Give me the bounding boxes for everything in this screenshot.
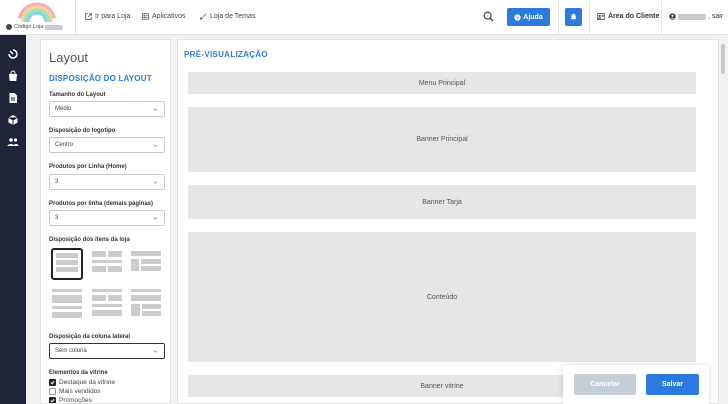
preview-strip-banner: Banner Tarja [188, 185, 696, 219]
external-link-icon [85, 13, 92, 20]
showcase-elements-label: Elementos da vitrine [49, 370, 108, 376]
store-code: Código Loja [6, 24, 64, 30]
chevron-down-icon [153, 108, 158, 111]
checkbox-checked-icon[interactable] [49, 397, 56, 403]
checkbox-unchecked-icon[interactable] [49, 388, 56, 395]
layout-option-3[interactable] [130, 250, 162, 282]
question-icon: ? [514, 13, 521, 21]
checkbox-promotions[interactable]: Promoções [49, 397, 92, 403]
divider [589, 0, 590, 35]
nav-go-to-store[interactable]: Ir para Loja [85, 13, 130, 20]
layout-option-5[interactable] [91, 288, 123, 320]
preview-content: Conteúdo [188, 232, 696, 362]
products-per-row-other-select[interactable]: 3 [49, 210, 165, 226]
divider [75, 0, 76, 35]
layout-option-6[interactable] [130, 288, 162, 320]
checkbox-highlight[interactable]: Destaque da vitrine [49, 379, 115, 386]
brush-icon [200, 13, 207, 20]
layout-option-2[interactable] [91, 250, 123, 282]
users-icon[interactable] [7, 136, 19, 148]
chevron-down-icon [153, 350, 158, 353]
divider [558, 0, 559, 35]
layout-size-select[interactable]: Médio [49, 101, 165, 117]
checkbox-checked-icon[interactable] [49, 379, 56, 386]
chevron-down-icon [153, 217, 158, 220]
scrollbar[interactable] [721, 44, 725, 74]
items-layout-label: Disposição dos itens da loja [49, 237, 130, 243]
action-footer: Cancelar Salvar [563, 365, 709, 404]
layout-columns-icon [131, 289, 161, 316]
layout-rows-icon [52, 289, 82, 318]
id-card-icon [597, 13, 605, 20]
dashboard-icon[interactable] [7, 48, 19, 60]
chevron-down-icon [153, 181, 158, 184]
info-icon [6, 24, 12, 30]
products-per-row-other-label: Produtos por linha (demais páginas) [49, 201, 154, 207]
bell-icon [570, 13, 577, 21]
bag-icon[interactable] [7, 70, 19, 82]
sidebar-column-select[interactable]: Sem coluna [49, 343, 165, 359]
layout-tiles-icon [92, 289, 122, 316]
help-button[interactable]: ? Ajuda [507, 8, 550, 26]
store-code-value-redacted [45, 24, 64, 30]
layout-full-icon [56, 253, 78, 272]
apps-icon [142, 13, 149, 20]
layout-sidebar-icon [131, 251, 161, 271]
section-title: DISPOSIÇÃO DO LAYOUT [49, 74, 152, 83]
logo-position-select[interactable]: Centro [49, 137, 165, 153]
divider [661, 0, 662, 35]
nav-apps[interactable]: Aplicativos [142, 13, 185, 20]
products-per-row-home-label: Produtos por Linha (Home) [49, 164, 127, 170]
document-icon[interactable] [7, 92, 19, 104]
logo-position-label: Disposição do logotipo [49, 128, 116, 134]
box-icon[interactable] [7, 114, 19, 126]
products-per-row-home-select[interactable]: 3 [49, 174, 165, 190]
save-button[interactable]: Salvar [646, 374, 699, 395]
svg-text:?: ? [516, 15, 519, 21]
client-area-link[interactable]: Área do Cliente [597, 13, 659, 20]
chevron-down-icon [153, 144, 158, 147]
notifications-button[interactable] [565, 8, 582, 26]
preview-title: PRÉ-VISUALIZAÇÃO [184, 50, 268, 59]
preview-main-menu: Menu Principal [188, 72, 696, 94]
search-icon[interactable] [483, 11, 494, 22]
layout-settings-panel: Layout DISPOSIÇÃO DO LAYOUT Tamanho do L… [40, 39, 171, 404]
layout-option-1[interactable] [51, 248, 83, 280]
user-icon [669, 13, 676, 20]
layout-option-4[interactable] [51, 288, 83, 320]
store-logo[interactable]: Código Loja [6, 2, 68, 32]
rainbow-logo-icon [15, 2, 59, 24]
user-name-redacted [678, 13, 706, 20]
layout-preview: PRÉ-VISUALIZAÇÃO Menu Principal Banner P… [177, 39, 719, 404]
sidebar-column-label: Disposição da coluna lateral [49, 334, 131, 340]
user-logout-link[interactable]: , sair [669, 13, 723, 20]
sidebar-rail [0, 35, 26, 404]
cancel-button[interactable]: Cancelar [574, 374, 636, 395]
layout-grid-icon [92, 251, 122, 272]
layout-size-label: Tamanho do Layout [49, 92, 106, 98]
checkbox-best-sellers[interactable]: Mais vendidos [49, 388, 101, 395]
nav-theme-store[interactable]: Loja de Temas [200, 13, 255, 20]
top-bar: Código Loja Ir para Loja Aplicativos Loj… [0, 0, 728, 35]
panel-title: Layout [49, 50, 89, 65]
preview-main-banner: Banner Principal [188, 107, 696, 172]
